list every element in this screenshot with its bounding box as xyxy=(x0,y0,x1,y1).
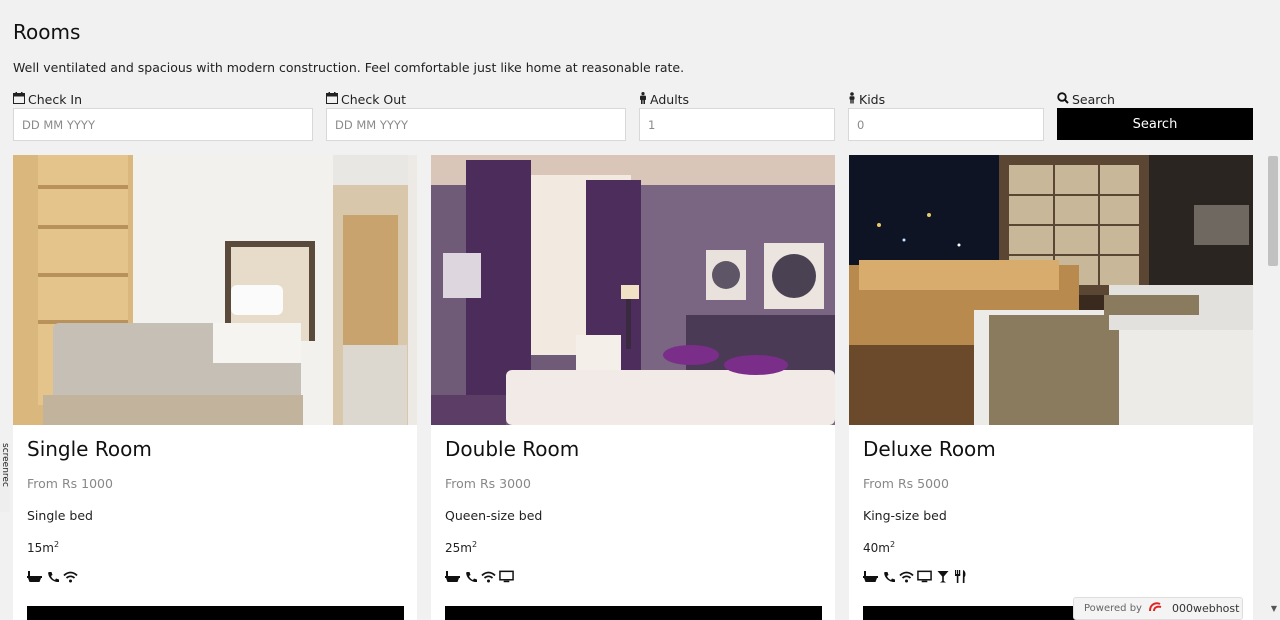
amenities-list xyxy=(863,569,1239,584)
choose-room-button[interactable] xyxy=(27,606,404,620)
wifi-icon xyxy=(481,569,496,584)
checkin-field: Check In DD MM YYYY xyxy=(13,91,313,141)
room-photo xyxy=(431,155,835,425)
adults-label: Adults xyxy=(650,91,690,107)
room-size: 40m2 xyxy=(863,540,896,555)
phone-icon xyxy=(45,569,60,584)
page-description: Well ventilated and spacious with modern… xyxy=(13,60,685,75)
room-name: Deluxe Room xyxy=(863,437,996,461)
checkout-field: Check Out DD MM YYYY xyxy=(326,91,626,141)
wifi-icon xyxy=(63,569,78,584)
search-icon xyxy=(1057,91,1069,107)
room-price: From Rs 5000 xyxy=(863,476,949,491)
page-title: Rooms xyxy=(13,20,81,44)
tv-icon xyxy=(917,569,932,584)
scroll-down-icon[interactable]: ▼ xyxy=(1271,604,1277,613)
room-card-deluxe: Deluxe Room From Rs 5000 King-size bed 4… xyxy=(849,155,1253,620)
calendar-icon xyxy=(326,91,338,107)
kids-label: Kids xyxy=(859,91,886,107)
phone-icon xyxy=(463,569,478,584)
room-bed: Single bed xyxy=(27,508,93,523)
scrollbar-thumb[interactable] xyxy=(1268,156,1278,266)
checkin-input[interactable]: DD MM YYYY xyxy=(13,108,313,141)
room-size: 15m2 xyxy=(27,540,60,555)
kids-field: Kids 0 xyxy=(848,91,1044,141)
adults-field: Adults 1 xyxy=(639,91,835,141)
checkin-label: Check In xyxy=(28,91,83,107)
room-size: 25m2 xyxy=(445,540,478,555)
powered-by-badge[interactable]: Powered by 000webhost xyxy=(1073,597,1243,620)
adults-input[interactable]: 1 xyxy=(639,108,835,141)
wifi-icon xyxy=(899,569,914,584)
amenities-list xyxy=(445,569,821,584)
search-label: Search xyxy=(1072,91,1115,107)
room-bed: King-size bed xyxy=(863,508,947,523)
room-card-single: Single Room From Rs 1000 Single bed 15m2 xyxy=(13,155,417,620)
phone-icon xyxy=(881,569,896,584)
room-name: Single Room xyxy=(27,437,152,461)
room-bed: Queen-size bed xyxy=(445,508,543,523)
tv-icon xyxy=(499,569,514,584)
checkout-input[interactable]: DD MM YYYY xyxy=(326,108,626,141)
choose-room-button[interactable] xyxy=(445,606,822,620)
kids-input[interactable]: 0 xyxy=(848,108,1044,141)
checkout-label: Check Out xyxy=(341,91,407,107)
bath-icon xyxy=(27,569,42,584)
room-price: From Rs 3000 xyxy=(445,476,531,491)
cocktail-icon xyxy=(935,569,950,584)
screenrec-tag[interactable]: screenrec xyxy=(0,443,10,512)
restaurant-icon xyxy=(953,569,968,584)
search-button[interactable]: Search xyxy=(1057,108,1253,140)
page-scrollbar[interactable] xyxy=(1266,150,1280,620)
calendar-icon xyxy=(13,91,25,107)
room-name: Double Room xyxy=(445,437,580,461)
child-icon xyxy=(848,91,856,107)
search-field: Search Search xyxy=(1057,91,1253,140)
webhost-logo-icon xyxy=(1148,601,1166,616)
bath-icon xyxy=(445,569,460,584)
male-icon xyxy=(639,91,647,107)
room-card-double: Double Room From Rs 3000 Queen-size bed … xyxy=(431,155,835,620)
amenities-list xyxy=(27,569,403,584)
room-price: From Rs 1000 xyxy=(27,476,113,491)
room-photo xyxy=(13,155,417,425)
bath-icon xyxy=(863,569,878,584)
room-photo xyxy=(849,155,1253,425)
